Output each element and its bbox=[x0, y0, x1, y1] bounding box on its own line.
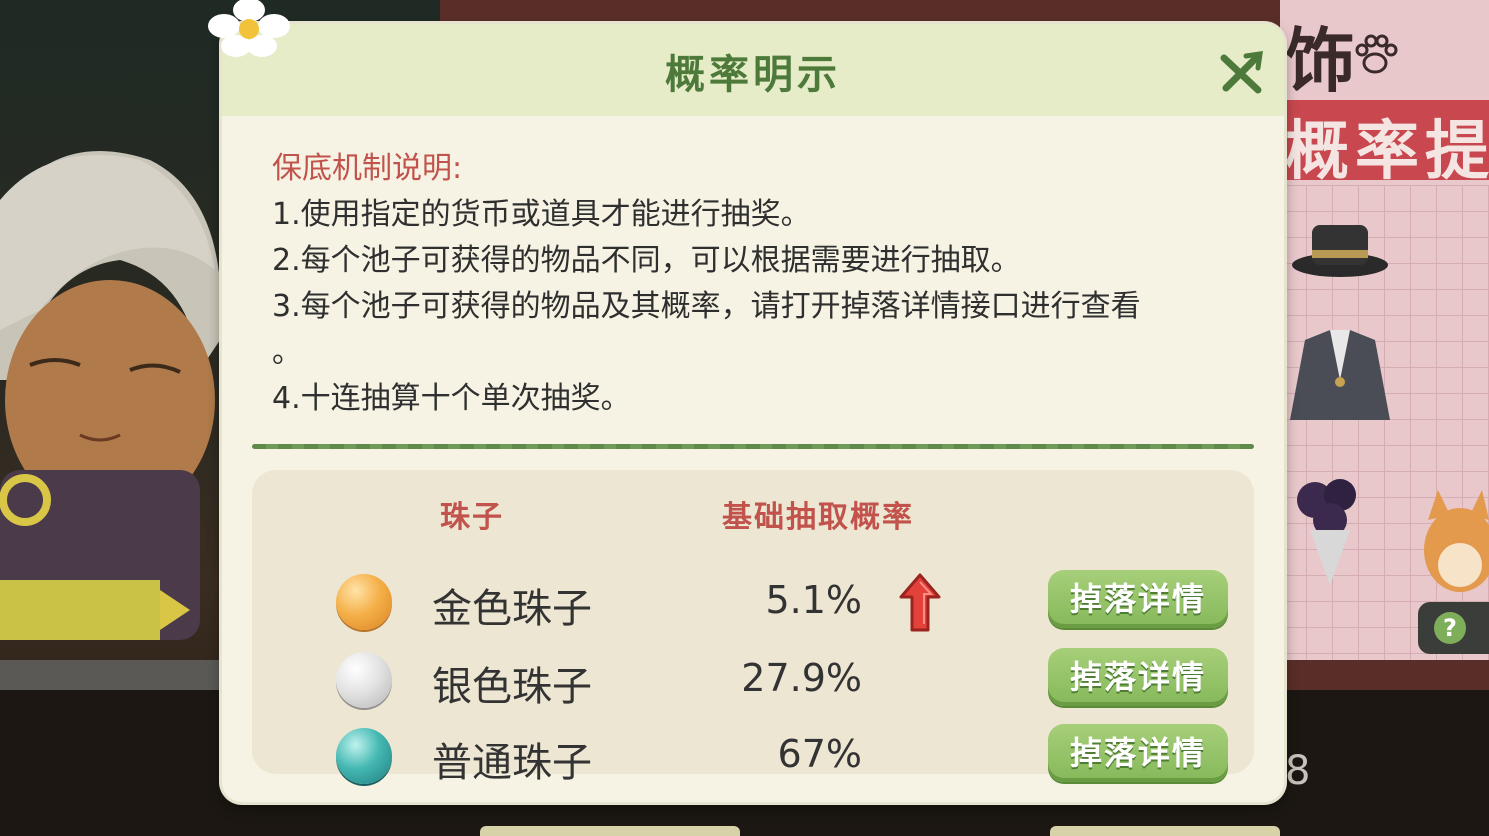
coat-item-icon bbox=[1290, 330, 1390, 420]
rules-section: 保底机制说明: 1.使用指定的货币或道具才能进行抽奖。 2.每个池子可获得的物品… bbox=[272, 146, 1252, 422]
banner-text: 概率提 bbox=[1285, 115, 1489, 189]
divider bbox=[252, 444, 1254, 449]
probability-table: 珠子 基础抽取概率 金色珠子 5.1% 掉落详情 银色珠子 27.9% 掉落详情… bbox=[252, 470, 1254, 786]
column-header-bead: 珠子 bbox=[440, 500, 504, 535]
bead-rate: 67% bbox=[777, 732, 862, 776]
rules-heading: 保底机制说明: bbox=[272, 151, 463, 186]
bead-name: 银色珠子 bbox=[432, 664, 592, 710]
column-header-rate: 基础抽取概率 bbox=[722, 500, 914, 535]
currency-count: 8 bbox=[1285, 748, 1311, 794]
hat-item-icon bbox=[1292, 225, 1388, 277]
rule-line: 3.每个池子可获得的物品及其概率，请打开掉落详情接口进行查看 bbox=[272, 289, 1141, 324]
common-bead-icon bbox=[336, 728, 392, 784]
showcase-top-text: 饰 bbox=[1285, 20, 1355, 102]
table-row: 金色珠子 5.1% 掉落详情 bbox=[252, 568, 1254, 638]
bead-rate: 5.1% bbox=[765, 578, 862, 622]
rule-line: 4.十连抽算十个单次抽奖。 bbox=[272, 381, 631, 416]
bouquet-item-icon bbox=[1297, 479, 1356, 585]
help-icon[interactable]: ? bbox=[1434, 612, 1466, 644]
silver-bead-icon bbox=[336, 652, 392, 708]
gold-bead-icon bbox=[336, 574, 392, 630]
bead-name: 普通珠子 bbox=[432, 740, 592, 786]
bead-rate: 27.9% bbox=[741, 656, 862, 700]
bottom-slot bbox=[1050, 826, 1280, 836]
table-row: 银色珠子 27.9% 掉落详情 bbox=[252, 646, 1254, 716]
rate-up-arrow-icon bbox=[899, 573, 941, 632]
drop-details-button[interactable]: 掉落详情 bbox=[1048, 648, 1228, 706]
close-icon[interactable] bbox=[1218, 50, 1264, 96]
paw-icon bbox=[1355, 34, 1398, 74]
grandma-character bbox=[0, 151, 222, 640]
rule-line: 。 bbox=[272, 335, 302, 370]
table-row: 普通珠子 67% 掉落详情 bbox=[252, 722, 1254, 792]
rule-line: 2.每个池子可获得的物品不同，可以根据需要进行抽取。 bbox=[272, 243, 1021, 278]
probability-dialog: 概率明示 保底机制说明: 1.使用指定的货币或道具才能进行抽奖。 2.每个池子可… bbox=[208, 0, 1284, 802]
bead-name: 金色珠子 bbox=[432, 586, 592, 632]
drop-details-button[interactable]: 掉落详情 bbox=[1048, 570, 1228, 628]
drop-details-button[interactable]: 掉落详情 bbox=[1048, 724, 1228, 782]
dialog-title: 概率明示 bbox=[665, 52, 841, 98]
cat-mascot-icon bbox=[1424, 490, 1489, 592]
rule-line: 1.使用指定的货币或道具才能进行抽奖。 bbox=[272, 197, 811, 232]
bottom-slot bbox=[480, 826, 740, 836]
